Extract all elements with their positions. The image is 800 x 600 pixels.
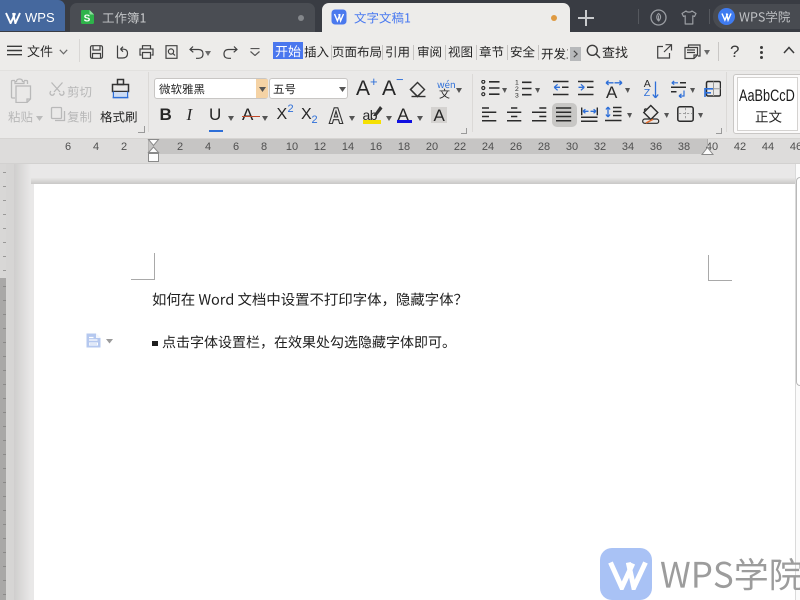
svg-text:S: S: [84, 14, 91, 25]
svg-text:3: 3: [515, 92, 519, 98]
